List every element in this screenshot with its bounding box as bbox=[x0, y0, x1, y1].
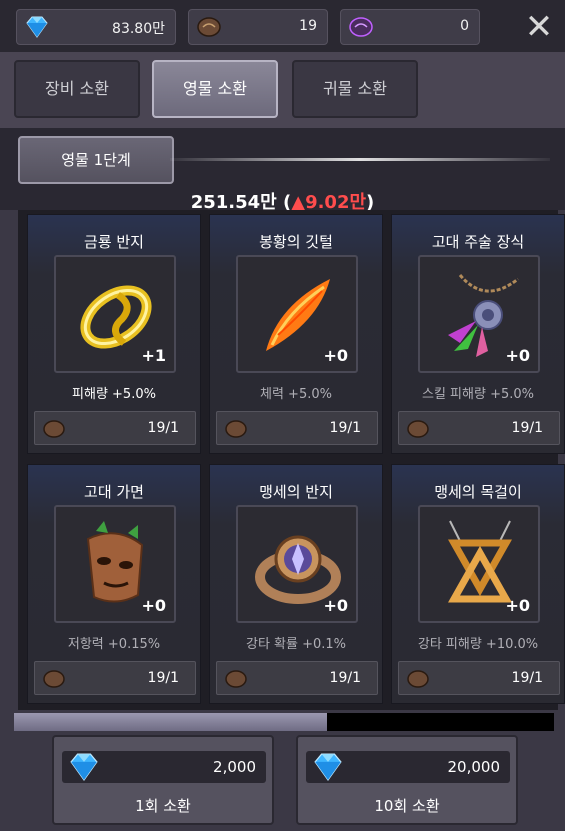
item-level: +0 bbox=[323, 346, 348, 365]
summon-10x-button[interactable]: 20,000 10회 소환 bbox=[296, 735, 518, 825]
spirit-stone-icon bbox=[43, 670, 65, 688]
item-stat: 스킬 피해량 +5.0% bbox=[422, 387, 534, 402]
item-slot[interactable]: +0 bbox=[418, 505, 540, 623]
spirit-stone-icon bbox=[43, 420, 65, 438]
item-level: +0 bbox=[505, 596, 530, 615]
item-card[interactable]: 고대 주술 장식 +0 스킬 피해량 +5.0% 19/1 bbox=[391, 214, 565, 454]
summon-label: 10회 소환 bbox=[374, 797, 440, 815]
spirit-stone-icon bbox=[407, 670, 429, 688]
summon-button-area: 2,000 1회 소환 20,000 10회 소환 bbox=[0, 731, 565, 831]
item-slot[interactable]: +0 bbox=[418, 255, 540, 373]
item-level: +0 bbox=[323, 596, 348, 615]
item-count-bar: 19/1 bbox=[34, 661, 196, 695]
item-name: 고대 주술 장식 bbox=[431, 233, 525, 251]
diamond-icon bbox=[314, 753, 342, 781]
item-card[interactable]: 맹세의 반지 +0 강타 확률 +0.1% 19/1 bbox=[209, 464, 383, 704]
summon-cost-value: 20,000 bbox=[447, 758, 501, 776]
item-name: 고대 가면 bbox=[84, 483, 144, 501]
diamond-icon bbox=[70, 753, 98, 781]
item-count-bar: 19/1 bbox=[34, 411, 196, 445]
item-stat: 저항력 +0.15% bbox=[67, 637, 161, 652]
item-count-bar: 19/1 bbox=[398, 661, 560, 695]
currency-bar: 83.80만 19 0 ✕ bbox=[0, 0, 565, 52]
spirit-stone-currency: 19 bbox=[188, 9, 328, 45]
spirit-stone-icon bbox=[225, 670, 247, 688]
summon-tabs: 장비 소환 영물 소환 귀물 소환 bbox=[0, 52, 565, 128]
diamond-icon bbox=[26, 16, 48, 38]
item-count: 19/1 bbox=[329, 420, 361, 436]
summon-label: 1회 소환 bbox=[135, 797, 191, 815]
item-card[interactable]: 금룡 반지 +1 피해량 +5.0% 19/1 bbox=[27, 214, 201, 454]
spirit-stone-icon bbox=[197, 17, 221, 37]
divider bbox=[170, 158, 550, 161]
item-card[interactable]: 고대 가면 +0 저항력 +0.15% 19/1 bbox=[27, 464, 201, 704]
item-slot[interactable]: +1 bbox=[54, 255, 176, 373]
item-level: +1 bbox=[141, 346, 166, 365]
purple-stone-amount: 0 bbox=[460, 18, 469, 34]
scroll-progress-bar[interactable] bbox=[14, 713, 554, 731]
spirit-stone-icon bbox=[407, 420, 429, 438]
item-count: 19/1 bbox=[511, 670, 543, 686]
item-level: +0 bbox=[505, 346, 530, 365]
item-card[interactable]: 봉황의 깃털 +0 체력 +5.0% 19/1 bbox=[209, 214, 383, 454]
item-count-bar: 19/1 bbox=[216, 661, 378, 695]
item-name: 맹세의 반지 bbox=[259, 483, 333, 501]
item-count: 19/1 bbox=[147, 670, 179, 686]
item-name: 봉황의 깃털 bbox=[259, 233, 333, 251]
item-level: +0 bbox=[141, 596, 166, 615]
summon-cost: 2,000 bbox=[62, 751, 266, 783]
item-stat: 강타 피해량 +10.0% bbox=[417, 637, 539, 652]
item-name: 맹세의 목걸이 bbox=[434, 483, 522, 501]
item-stat: 피해량 +5.0% bbox=[72, 387, 156, 402]
progress-fill bbox=[14, 713, 328, 731]
spirit-stone-amount: 19 bbox=[299, 18, 317, 34]
item-count-bar: 19/1 bbox=[398, 411, 560, 445]
level-tab[interactable]: 영물 1단계 bbox=[18, 136, 174, 184]
tab-treasure-summon[interactable]: 귀물 소환 bbox=[292, 60, 418, 118]
item-count: 19/1 bbox=[511, 420, 543, 436]
close-icon[interactable]: ✕ bbox=[521, 10, 557, 46]
item-count: 19/1 bbox=[329, 670, 361, 686]
tab-spirit-summon[interactable]: 영물 소환 bbox=[152, 60, 278, 118]
spirit-stone-icon bbox=[225, 420, 247, 438]
item-name: 금룡 반지 bbox=[84, 233, 144, 251]
level-header: 영물 1단계 251.54만 (▲9.02만) bbox=[0, 128, 565, 213]
summon-cost: 20,000 bbox=[306, 751, 510, 783]
item-slot[interactable]: +0 bbox=[236, 255, 358, 373]
purple-stone-currency: 0 bbox=[340, 9, 480, 45]
item-slot[interactable]: +0 bbox=[236, 505, 358, 623]
item-count-bar: 19/1 bbox=[216, 411, 378, 445]
diamond-currency: 83.80만 bbox=[16, 9, 176, 45]
item-grid: 금룡 반지 +1 피해량 +5.0% 19/1 봉황의 깃털 +0 체력 +5.… bbox=[18, 210, 565, 710]
summon-cost-value: 2,000 bbox=[213, 758, 256, 776]
item-stat: 강타 확률 +0.1% bbox=[245, 637, 347, 652]
item-count: 19/1 bbox=[147, 420, 179, 436]
purple-stone-icon bbox=[349, 17, 373, 37]
item-slot[interactable]: +0 bbox=[54, 505, 176, 623]
item-card[interactable]: 맹세의 목걸이 +0 강타 피해량 +10.0% 19/1 bbox=[391, 464, 565, 704]
diamond-amount: 83.80만 bbox=[112, 21, 165, 37]
item-stat: 체력 +5.0% bbox=[260, 387, 332, 402]
summon-1x-button[interactable]: 2,000 1회 소환 bbox=[52, 735, 274, 825]
tab-equipment-summon[interactable]: 장비 소환 bbox=[14, 60, 140, 118]
